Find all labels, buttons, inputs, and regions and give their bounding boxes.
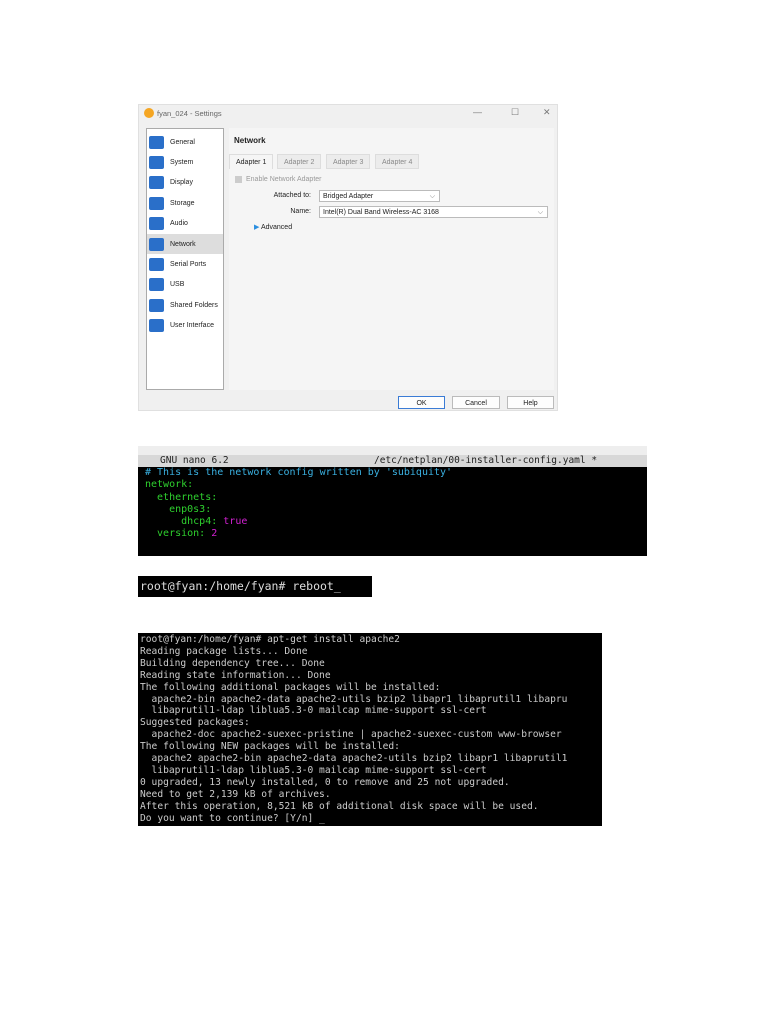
checkbox-icon: [235, 176, 242, 183]
maximize-button[interactable]: ☐: [511, 107, 519, 118]
yaml-value: 2: [211, 528, 218, 540]
network-panel: Network Adapter 1 Adapter 2 Adapter 3 Ad…: [229, 128, 554, 390]
terminal-line: Building dependency tree... Done: [140, 657, 325, 669]
sidebar-item-label: User Interface: [170, 322, 214, 330]
audio-icon: [149, 217, 164, 231]
sidebar-item-label: Network: [170, 240, 196, 248]
network-icon: [149, 237, 164, 251]
terminal-line: libaprutil1-ldap liblua5.3-0 mailcap mim…: [140, 705, 487, 717]
terminal-line: 0 upgraded, 13 newly installed, 0 to rem…: [140, 776, 510, 788]
storage-icon: [149, 196, 164, 210]
virtualbox-settings-screenshot: fyan_024 - Settings — ☐ ✕ General System D…: [138, 104, 558, 411]
advanced-label: Advanced: [260, 224, 293, 231]
sidebar-item-usb[interactable]: USB: [147, 275, 223, 295]
terminal-line: root@fyan:/home/fyan# apt-get install ap…: [140, 634, 400, 645]
sidebar-item-general[interactable]: General: [147, 132, 223, 152]
window-title: fyan_024 - Settings: [157, 109, 222, 118]
tab-adapter-1[interactable]: Adapter 1: [229, 154, 274, 169]
sidebar-item-serial-ports[interactable]: Serial Ports: [147, 254, 223, 274]
sidebar-item-label: USB: [170, 281, 185, 289]
sidebar-item-label: Serial Ports: [170, 260, 207, 268]
name-select[interactable]: Intel(R) Dual Band Wireless-AC 3168 ⌵: [319, 206, 548, 218]
yaml-line: ethernets:: [145, 491, 218, 503]
nano-filename: /etc/netplan/00-installer-config.yaml *: [374, 455, 598, 466]
terminal-line: Reading state information... Done: [140, 669, 331, 681]
name-value: Intel(R) Dual Band Wireless-AC 3168: [323, 209, 439, 216]
sidebar-item-storage[interactable]: Storage: [147, 193, 223, 213]
reboot-terminal-screenshot: root@fyan:/home/fyan# reboot_: [138, 576, 372, 597]
shared-folders-icon: [149, 298, 164, 312]
sidebar-item-label: Storage: [170, 199, 195, 207]
terminal-line: Reading package lists... Done: [140, 645, 308, 657]
terminal-line: libaprutil1-ldap liblua5.3-0 mailcap mim…: [140, 764, 487, 776]
terminal-line: Need to get 2,139 kB of archives.: [140, 788, 331, 800]
display-icon: [149, 176, 164, 190]
sidebar-item-label: Audio: [170, 220, 188, 228]
terminal-line: The following additional packages will b…: [140, 681, 441, 693]
terminal-line: Do you want to continue? [Y/n] _: [140, 812, 325, 824]
sidebar-item-label: General: [170, 138, 195, 146]
system-icon: [149, 155, 164, 169]
terminal-line: After this operation, 8,521 kB of additi…: [140, 800, 539, 812]
name-label: Name:: [290, 208, 311, 215]
apt-install-terminal-screenshot: root@fyan:/home/fyan# apt-get install ap…: [138, 633, 602, 826]
yaml-key: dhcp4:: [145, 516, 224, 528]
user-interface-icon: [149, 319, 164, 333]
sidebar-item-label: Display: [170, 179, 193, 187]
terminal-line: apache2-doc apache2-suexec-pristine | ap…: [140, 729, 562, 741]
advanced-toggle[interactable]: ▶ Advanced: [254, 223, 292, 231]
enable-adapter-checkbox[interactable]: Enable Network Adapter: [235, 176, 322, 183]
sidebar-item-label: System: [170, 158, 194, 166]
yaml-value: true: [223, 516, 248, 528]
terminal-line: apache2 apache2-bin apache2-data apache2…: [140, 753, 568, 765]
yaml-line: network:: [145, 479, 194, 491]
general-icon: [149, 135, 164, 149]
terminal-line: The following NEW packages will be insta…: [140, 741, 400, 753]
settings-sidebar: General System Display Storage Audio Network S…: [146, 128, 224, 390]
nano-editor-screenshot: GNU nano 6.2/etc/netplan/00-installer-co…: [138, 446, 647, 556]
sidebar-item-network[interactable]: Network: [147, 234, 223, 254]
sidebar-item-system[interactable]: System: [147, 152, 223, 172]
attached-to-value: Bridged Adapter: [323, 193, 374, 200]
yaml-key: version:: [145, 528, 212, 540]
minimize-button[interactable]: —: [473, 107, 482, 117]
chevron-down-icon: ⌵: [537, 209, 543, 216]
sidebar-item-label: Shared Folders: [170, 301, 218, 309]
serial-ports-icon: [149, 257, 164, 271]
yaml-line: enp0s3:: [145, 503, 212, 515]
nano-content: # This is the network config written by …: [138, 467, 647, 556]
sidebar-item-display[interactable]: Display: [147, 173, 223, 193]
help-button[interactable]: Help: [507, 396, 554, 409]
tab-adapter-2[interactable]: Adapter 2: [277, 154, 322, 169]
tab-adapter-4[interactable]: Adapter 4: [375, 154, 420, 169]
sidebar-item-audio[interactable]: Audio: [147, 214, 223, 234]
close-button[interactable]: ✕: [543, 107, 551, 118]
usb-icon: [149, 278, 164, 292]
virtualbox-icon: [144, 108, 154, 118]
terminal-line: Suggested packages:: [140, 717, 250, 729]
ok-button[interactable]: OK: [398, 396, 445, 409]
attached-to-select[interactable]: Bridged Adapter ⌵: [319, 190, 440, 202]
nano-header: GNU nano 6.2/etc/netplan/00-installer-co…: [138, 455, 647, 467]
chevron-down-icon: ⌵: [429, 193, 435, 200]
terminal-line: apache2-bin apache2-data apache2-utils b…: [140, 693, 568, 705]
attached-to-label: Attached to:: [273, 192, 311, 199]
sidebar-item-shared-folders[interactable]: Shared Folders: [147, 295, 223, 315]
sidebar-item-user-interface[interactable]: User Interface: [147, 316, 223, 336]
yaml-comment: # This is the network config written by …: [145, 467, 453, 478]
nano-version: GNU nano 6.2: [160, 455, 229, 466]
triangle-right-icon: ▶: [254, 224, 260, 231]
enable-adapter-label: Enable Network Adapter: [246, 176, 322, 183]
cancel-button[interactable]: Cancel: [452, 396, 500, 409]
tab-adapter-3[interactable]: Adapter 3: [326, 154, 371, 169]
title-bar: fyan_024 - Settings — ☐ ✕: [139, 105, 559, 123]
page-title: Network: [234, 136, 266, 145]
